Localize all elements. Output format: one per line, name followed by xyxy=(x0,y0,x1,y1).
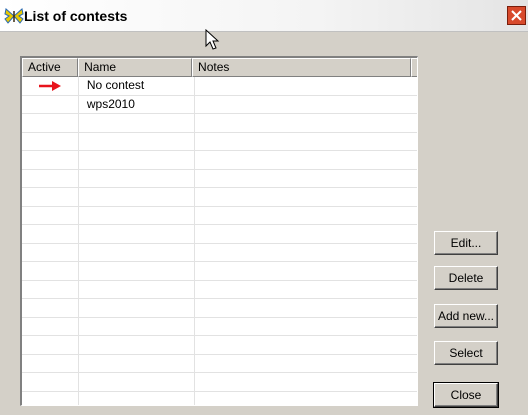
empty-cell xyxy=(22,299,79,317)
table-row[interactable]: No contest xyxy=(22,77,417,96)
empty-row xyxy=(22,188,417,207)
empty-row xyxy=(22,132,417,151)
empty-cell xyxy=(79,336,195,354)
empty-row xyxy=(22,114,417,133)
empty-cell xyxy=(22,169,79,187)
notes-cell xyxy=(195,77,417,95)
empty-cell xyxy=(79,317,195,335)
active-cell xyxy=(22,77,79,95)
window-title: List of contests xyxy=(24,8,128,24)
empty-row xyxy=(22,225,417,244)
title-bar[interactable]: List of contests xyxy=(0,0,528,32)
butterfly-icon xyxy=(4,8,24,24)
empty-cell xyxy=(195,355,417,373)
empty-cell xyxy=(79,132,195,150)
empty-cell xyxy=(195,299,417,317)
empty-row xyxy=(22,391,417,406)
empty-cell xyxy=(22,317,79,335)
empty-cell xyxy=(195,392,417,406)
empty-cell xyxy=(195,114,417,132)
empty-cell xyxy=(22,391,79,405)
empty-row xyxy=(22,243,417,262)
empty-cell xyxy=(195,133,417,151)
empty-cell xyxy=(79,391,195,405)
empty-cell xyxy=(79,354,195,372)
empty-cell xyxy=(22,336,79,354)
delete-button[interactable]: Delete xyxy=(434,266,498,290)
empty-cell xyxy=(22,354,79,372)
empty-cell xyxy=(22,262,79,280)
column-header-active[interactable]: Active xyxy=(22,58,79,77)
name-cell: No contest xyxy=(79,77,195,95)
list-rows: No contest wps2010 xyxy=(22,77,417,406)
empty-row xyxy=(22,169,417,188)
empty-row xyxy=(22,206,417,225)
select-button[interactable]: Select xyxy=(434,341,498,365)
empty-cell xyxy=(79,243,195,261)
empty-cell xyxy=(195,244,417,262)
active-cell xyxy=(22,95,79,113)
empty-cell xyxy=(195,151,417,169)
empty-cell xyxy=(22,132,79,150)
empty-row xyxy=(22,373,417,392)
empty-cell xyxy=(195,225,417,243)
empty-cell xyxy=(195,207,417,225)
empty-cell xyxy=(79,280,195,298)
name-cell: wps2010 xyxy=(79,95,195,113)
empty-row xyxy=(22,336,417,355)
close-icon xyxy=(511,10,522,21)
empty-cell xyxy=(195,336,417,354)
empty-cell xyxy=(79,114,195,132)
empty-row xyxy=(22,280,417,299)
empty-cell xyxy=(22,243,79,261)
contests-list[interactable]: Active Name Notes No contest wps2010 xyxy=(20,56,418,406)
close-window-button[interactable] xyxy=(507,6,526,25)
empty-cell xyxy=(22,373,79,391)
empty-row xyxy=(22,262,417,281)
empty-cell xyxy=(22,280,79,298)
empty-cell xyxy=(79,299,195,317)
table-row[interactable]: wps2010 xyxy=(22,95,417,114)
mouse-cursor-icon xyxy=(205,29,220,50)
empty-cell xyxy=(22,151,79,169)
empty-row xyxy=(22,354,417,373)
empty-row xyxy=(22,151,417,170)
empty-row xyxy=(22,317,417,336)
empty-cell xyxy=(22,114,79,132)
empty-row xyxy=(22,299,417,318)
empty-cell xyxy=(22,206,79,224)
empty-cell xyxy=(79,262,195,280)
column-header-filler xyxy=(411,58,417,77)
empty-cell xyxy=(79,169,195,187)
column-header-notes[interactable]: Notes xyxy=(192,58,411,77)
empty-cell xyxy=(22,188,79,206)
empty-cell xyxy=(195,281,417,299)
notes-cell xyxy=(195,96,417,114)
empty-cell xyxy=(195,373,417,391)
empty-cell xyxy=(79,206,195,224)
list-header: Active Name Notes xyxy=(22,58,417,77)
empty-cell xyxy=(79,151,195,169)
edit-button[interactable]: Edit... xyxy=(434,231,498,255)
empty-cell xyxy=(195,170,417,188)
empty-cell xyxy=(195,262,417,280)
column-header-name[interactable]: Name xyxy=(78,58,193,77)
empty-cell xyxy=(79,225,195,243)
arrow-right-icon xyxy=(38,80,61,91)
empty-cell xyxy=(195,318,417,336)
empty-cell xyxy=(195,188,417,206)
empty-cell xyxy=(79,188,195,206)
empty-cell xyxy=(79,373,195,391)
add-new-button[interactable]: Add new... xyxy=(434,304,498,328)
empty-cell xyxy=(22,225,79,243)
close-button[interactable]: Close xyxy=(433,382,499,408)
